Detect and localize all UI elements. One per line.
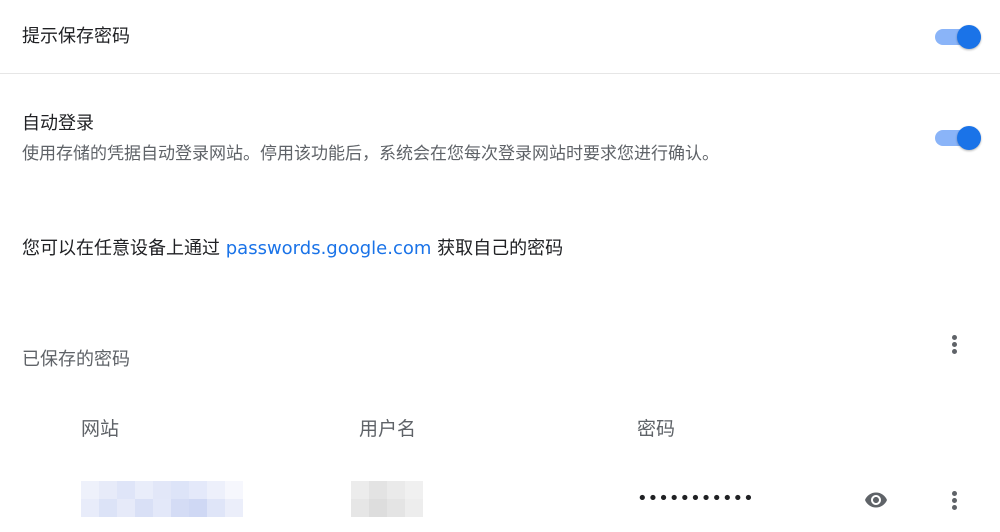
auto-signin-description: 使用存储的凭据自动登录网站。停用该功能后，系统会在您每次登录网站时要求您进行确认… xyxy=(22,144,719,164)
auto-signin-label: 自动登录 xyxy=(22,113,94,134)
passwords-google-link[interactable]: passwords.google.com xyxy=(226,238,432,259)
toggle-knob xyxy=(957,25,981,49)
eye-icon[interactable] xyxy=(861,488,891,512)
offer-to-save-row: 提示保存密码 xyxy=(0,0,1000,74)
username-pixelated-image xyxy=(351,481,423,517)
saved-passwords-title: 已保存的密码 xyxy=(22,349,130,370)
offer-to-save-toggle[interactable] xyxy=(935,25,981,49)
toggle-knob xyxy=(957,126,981,150)
column-header-password: 密码 xyxy=(637,418,676,440)
website-pixelated-image xyxy=(81,481,243,517)
column-header-username: 用户名 xyxy=(359,418,417,440)
offer-to-save-label: 提示保存密码 xyxy=(22,26,130,47)
manage-prefix: 您可以在任意设备上通过 xyxy=(22,238,226,259)
column-header-website: 网站 xyxy=(81,418,120,440)
eye-icon-svg xyxy=(865,492,887,508)
auto-signin-toggle[interactable] xyxy=(935,126,981,150)
manage-suffix: 获取自己的密码 xyxy=(431,238,564,259)
password-row-more-icon[interactable] xyxy=(942,489,966,513)
password-masked: ••••••••••• xyxy=(637,488,754,509)
saved-passwords-more-icon[interactable] xyxy=(942,333,966,357)
passwords-settings-page: 提示保存密码 自动登录 使用存储的凭据自动登录网站。停用该功能后，系统会在您每次… xyxy=(0,0,1000,532)
manage-passwords-text: 您可以在任意设备上通过 passwords.google.com 获取自己的密码 xyxy=(22,237,563,261)
